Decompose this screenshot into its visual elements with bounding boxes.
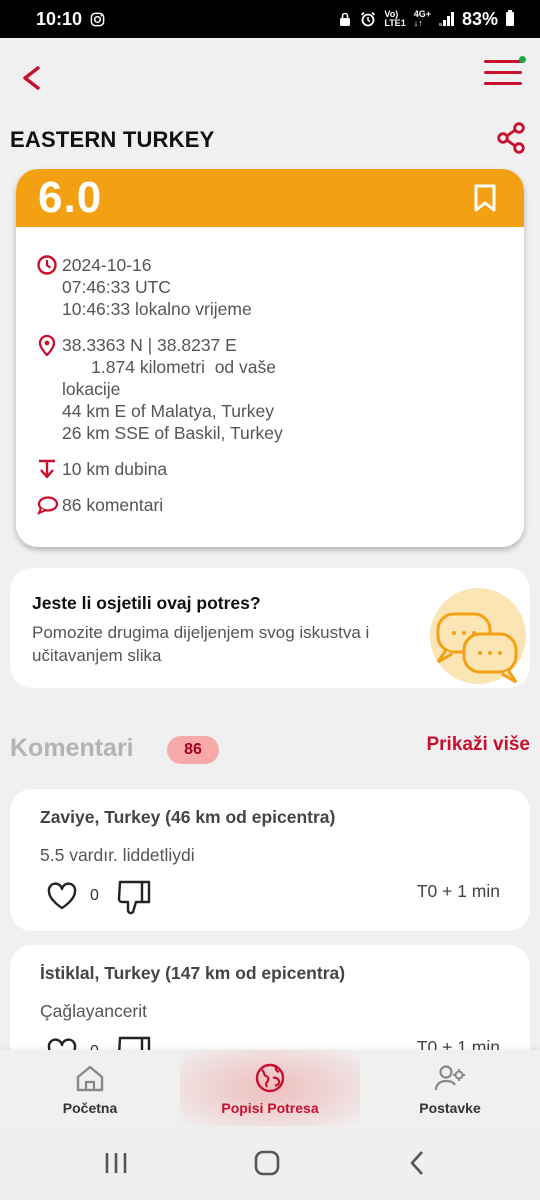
time-row: 2024-10-16 07:46:33 UTC 10:46:33 lokalno… <box>36 254 504 320</box>
comment-text: Çağlayancerit <box>40 1001 147 1021</box>
like-heart-icon[interactable] <box>46 881 78 911</box>
notification-dot <box>519 56 526 63</box>
comment-location: Zaviye, Turkey (46 km od epicentra) <box>40 807 336 827</box>
home-button-icon[interactable] <box>252 1148 282 1178</box>
chat-bubbles-icon <box>430 588 526 684</box>
system-navigation <box>0 1126 540 1200</box>
comment-card: Zaviye, Turkey (46 km od epicentra) 5.5 … <box>10 789 530 931</box>
quake-place-2: 26 km SSE of Baskil, Turkey <box>62 423 283 443</box>
comments-row[interactable]: 86 komentari <box>36 494 504 516</box>
volte-indicator: Vo) LTE1 <box>384 9 406 28</box>
depth-icon <box>39 459 55 479</box>
location-row: 38.3363 N | 38.8237 E 1.874 kilometri od… <box>36 334 504 444</box>
alarm-lock-icon <box>340 12 351 26</box>
comments-badge: 86 <box>167 736 219 764</box>
depth-row: 10 km dubina <box>36 458 504 480</box>
comments-header: Komentari 86 Prikaži više <box>10 732 530 766</box>
comment-text: 5.5 vardır. liddetliydi <box>40 845 195 865</box>
felt-text: Pomozite drugima dijeljenjem svog iskust… <box>32 623 370 665</box>
nav-earthquake-list[interactable]: Popisi Potresa <box>180 1050 360 1126</box>
show-more-link[interactable]: Prikaži više <box>426 734 530 756</box>
quake-comments-label: komentari <box>86 495 164 515</box>
quake-distance: 1.874 kilometri od vaše <box>62 357 276 377</box>
share-icon <box>497 122 525 154</box>
globe-icon <box>255 1063 285 1093</box>
comment-location: İstiklal, Turkey (147 km od epicentra) <box>40 963 346 983</box>
magnitude-value: 6.0 <box>38 173 103 222</box>
signal-icon <box>438 12 454 26</box>
comments-title: Komentari <box>10 734 134 762</box>
nav-earthquake-list-label: Popisi Potresa <box>221 1100 319 1116</box>
battery-icon <box>506 10 514 26</box>
user-settings-icon <box>434 1065 465 1091</box>
back-button[interactable] <box>16 60 46 96</box>
nav-settings-label: Postavke <box>419 1100 481 1116</box>
share-button[interactable] <box>496 122 526 154</box>
comment-time: T0 + 1 min <box>416 881 500 901</box>
like-count: 0 <box>90 887 99 904</box>
bookmark-icon[interactable] <box>472 183 498 213</box>
dislike-icon[interactable] <box>114 879 154 915</box>
quake-comments-count: 86 <box>62 495 82 515</box>
earthquake-card: 6.0 2024-10-16 07:46:33 UTC 10:46:33 lok… <box>16 169 524 547</box>
network-indicator: 4G+ ↓↑ <box>413 9 431 28</box>
back-arrow-icon <box>23 66 40 90</box>
quake-utc-time: 07:46:33 UTC <box>62 277 171 297</box>
battery-percent: 83% <box>461 8 498 29</box>
menu-button[interactable] <box>484 56 526 92</box>
status-bar: 10:10 Vo) LTE1 4G+ ↓↑ 83% <box>0 0 540 38</box>
bottom-navigation: Početna Popisi Potresa Postavke <box>0 1050 540 1126</box>
comment-icon <box>37 496 59 515</box>
quake-local-time: 10:46:33 lokalno vrijeme <box>62 299 252 319</box>
recent-apps-icon[interactable] <box>101 1148 131 1178</box>
location-pin-icon <box>38 334 56 356</box>
back-nav-icon[interactable] <box>403 1148 433 1178</box>
home-icon <box>76 1065 104 1092</box>
nav-home[interactable]: Početna <box>0 1050 180 1126</box>
magnitude-header: 6.0 <box>16 169 524 227</box>
instagram-icon <box>90 12 105 26</box>
quake-coordinates: 38.3363 N | 38.8237 E <box>62 335 237 355</box>
clock-icon <box>37 255 57 275</box>
nav-settings[interactable]: Postavke <box>360 1050 540 1126</box>
alarm-icon <box>361 11 376 27</box>
nav-home-label: Početna <box>62 1100 118 1116</box>
quake-place-1: 44 km E of Malatya, Turkey <box>62 401 275 421</box>
app-bar <box>0 38 540 118</box>
quake-depth: 10 km dubina <box>62 459 168 479</box>
status-time: 10:10 <box>36 8 83 29</box>
region-title: EASTERN TURKEY <box>10 127 215 152</box>
felt-quake-card[interactable]: Jeste li osjetili ovaj potres? Pomozite … <box>10 568 530 688</box>
quake-distance-cont: lokacije <box>62 379 121 399</box>
felt-title: Jeste li osjetili ovaj potres? <box>32 593 261 613</box>
quake-date: 2024-10-16 <box>62 255 152 275</box>
